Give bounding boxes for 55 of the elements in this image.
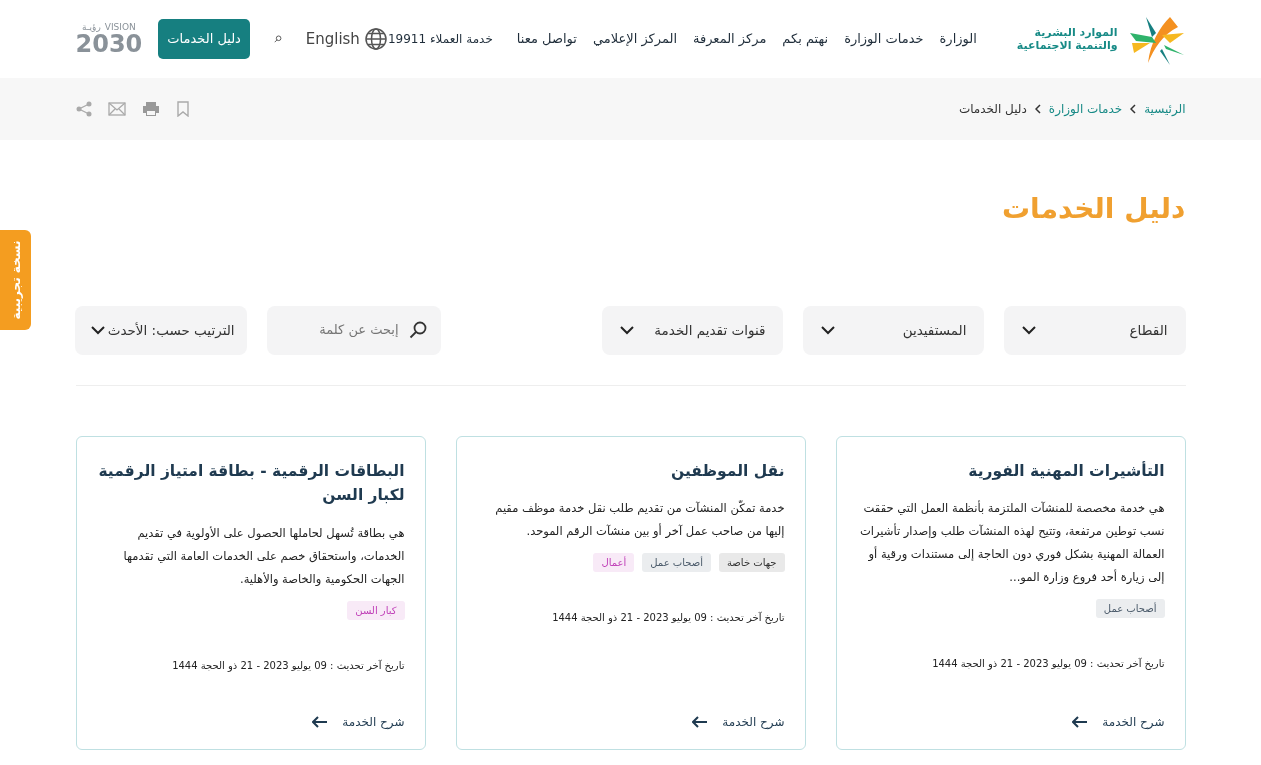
filter-dropdown[interactable]: المستفيدين bbox=[803, 305, 985, 355]
filter-dropdown[interactable]: القطاع bbox=[1004, 305, 1186, 355]
logo-text: الموارد البشرية bbox=[1033, 25, 1118, 39]
nav-link[interactable]: المركز الإعلامي bbox=[592, 29, 677, 49]
chevron-icon bbox=[1034, 104, 1041, 114]
last-updated-text: تاريخ آخر تحديث : 09 يوليو 2023 - 21 ذو الحجة 1444 bbox=[551, 610, 785, 626]
vision-year: 2030 bbox=[75, 31, 143, 56]
nav-link[interactable]: تواصل معنا bbox=[516, 29, 577, 49]
tag: كبار السن bbox=[347, 601, 405, 621]
search-input[interactable]: إبحث عن كلمة bbox=[280, 319, 401, 341]
chevron-icon bbox=[1130, 104, 1137, 114]
arrow-left-icon bbox=[692, 715, 709, 728]
last-updated-text: تاريخ آخر تحديث : 09 يوليو 2023 - 21 ذو الحجة 1444 bbox=[931, 656, 1165, 672]
arrow-left-icon bbox=[312, 715, 329, 728]
service-description: خدمة تمكّن المنشآت من تقديم طلب نقل خدمة موظف مقيم إليها من صاحب عمل آخر أو بين منشآت الرقم الموحد. bbox=[494, 499, 785, 541]
vision-arabic-word: رؤيـة bbox=[82, 22, 101, 32]
tag: جهات خاصة bbox=[719, 553, 785, 573]
language-link[interactable]: English bbox=[305, 27, 388, 51]
filter-dropdown[interactable]: قنوات تقديم الخدمة bbox=[602, 305, 784, 355]
print-icon[interactable] bbox=[141, 101, 160, 117]
nav-link[interactable]: الوزارة bbox=[939, 29, 977, 49]
service-explanation-link[interactable]: شرح الخدمة bbox=[96, 712, 405, 731]
last-updated-text: تاريخ آخر تحديث : 09 يوليو 2023 - 21 ذو الحجة 1444 bbox=[171, 658, 405, 674]
breadcrumb-link[interactable]: الرئيسية bbox=[1144, 100, 1186, 118]
search-field[interactable]: إبحث عن كلمة bbox=[266, 305, 441, 355]
nav-link[interactable]: خدمات الوزارة bbox=[844, 29, 924, 49]
service-description: هي بطاقة تُسهل لحاملها الحصول على الأولوية في تقديم الخدمات، واستحقاق خصم على الخدمات العامة التي تقدمها الجهات الحكومية والخاصة والأهلية. bbox=[122, 525, 405, 589]
service-explanation-link[interactable]: شرح الخدمة bbox=[856, 712, 1165, 731]
nav-link[interactable]: نهتم بكم bbox=[782, 29, 829, 49]
sort-dropdown[interactable]: الترتيب حسب: الأحدث bbox=[75, 305, 247, 355]
mail-icon[interactable] bbox=[107, 102, 126, 116]
service-guide-button[interactable]: دليل الخدمات bbox=[158, 19, 250, 59]
chevron-down-icon bbox=[821, 325, 836, 335]
bookmark-icon[interactable] bbox=[175, 101, 190, 117]
arrow-left-icon bbox=[1072, 715, 1089, 728]
tag: أصحاب عمل bbox=[642, 553, 711, 573]
tag: أعمال bbox=[593, 553, 635, 573]
vision-word: VISION bbox=[104, 22, 136, 32]
globe-icon bbox=[363, 27, 388, 51]
service-description: هي خدمة مخصصة للمنشآت الملتزمة بأنظمة العمل التي حققت نسب توطين مرتفعة، وتتيح لهذه المنشآت طلب وإصدار تأشيرات العمالة المهنية بشكل فوري دون الحاجة إلى مستندات ورقية أو إلى زيارة أحد فروع وزارة المو... bbox=[858, 499, 1165, 587]
share-icon[interactable] bbox=[75, 101, 92, 117]
chevron-down-icon bbox=[91, 325, 106, 335]
customer-service-number: خدمة العملاء 19911 bbox=[387, 31, 493, 48]
chevron-down-icon bbox=[1022, 325, 1037, 335]
chevron-down-icon bbox=[620, 325, 635, 335]
service-title: التأشيرات المهنية الفورية bbox=[967, 460, 1165, 482]
nav-link[interactable]: مركز المعرفة bbox=[693, 29, 767, 49]
breadcrumb-link[interactable]: خدمات الوزارة bbox=[1048, 100, 1123, 118]
service-title: نقل الموظفين bbox=[670, 460, 785, 482]
service-title: البطاقات الرقمية - بطاقة امتياز الرقمية لكبار السن bbox=[97, 460, 405, 507]
page-title: دليل الخدمات bbox=[1001, 192, 1186, 226]
service-explanation-link[interactable]: شرح الخدمة bbox=[476, 712, 785, 731]
search-icon bbox=[408, 321, 427, 340]
logo-text: والتنمية الاجتماعية bbox=[1016, 39, 1118, 53]
tag: أصحاب عمل bbox=[1095, 599, 1165, 619]
